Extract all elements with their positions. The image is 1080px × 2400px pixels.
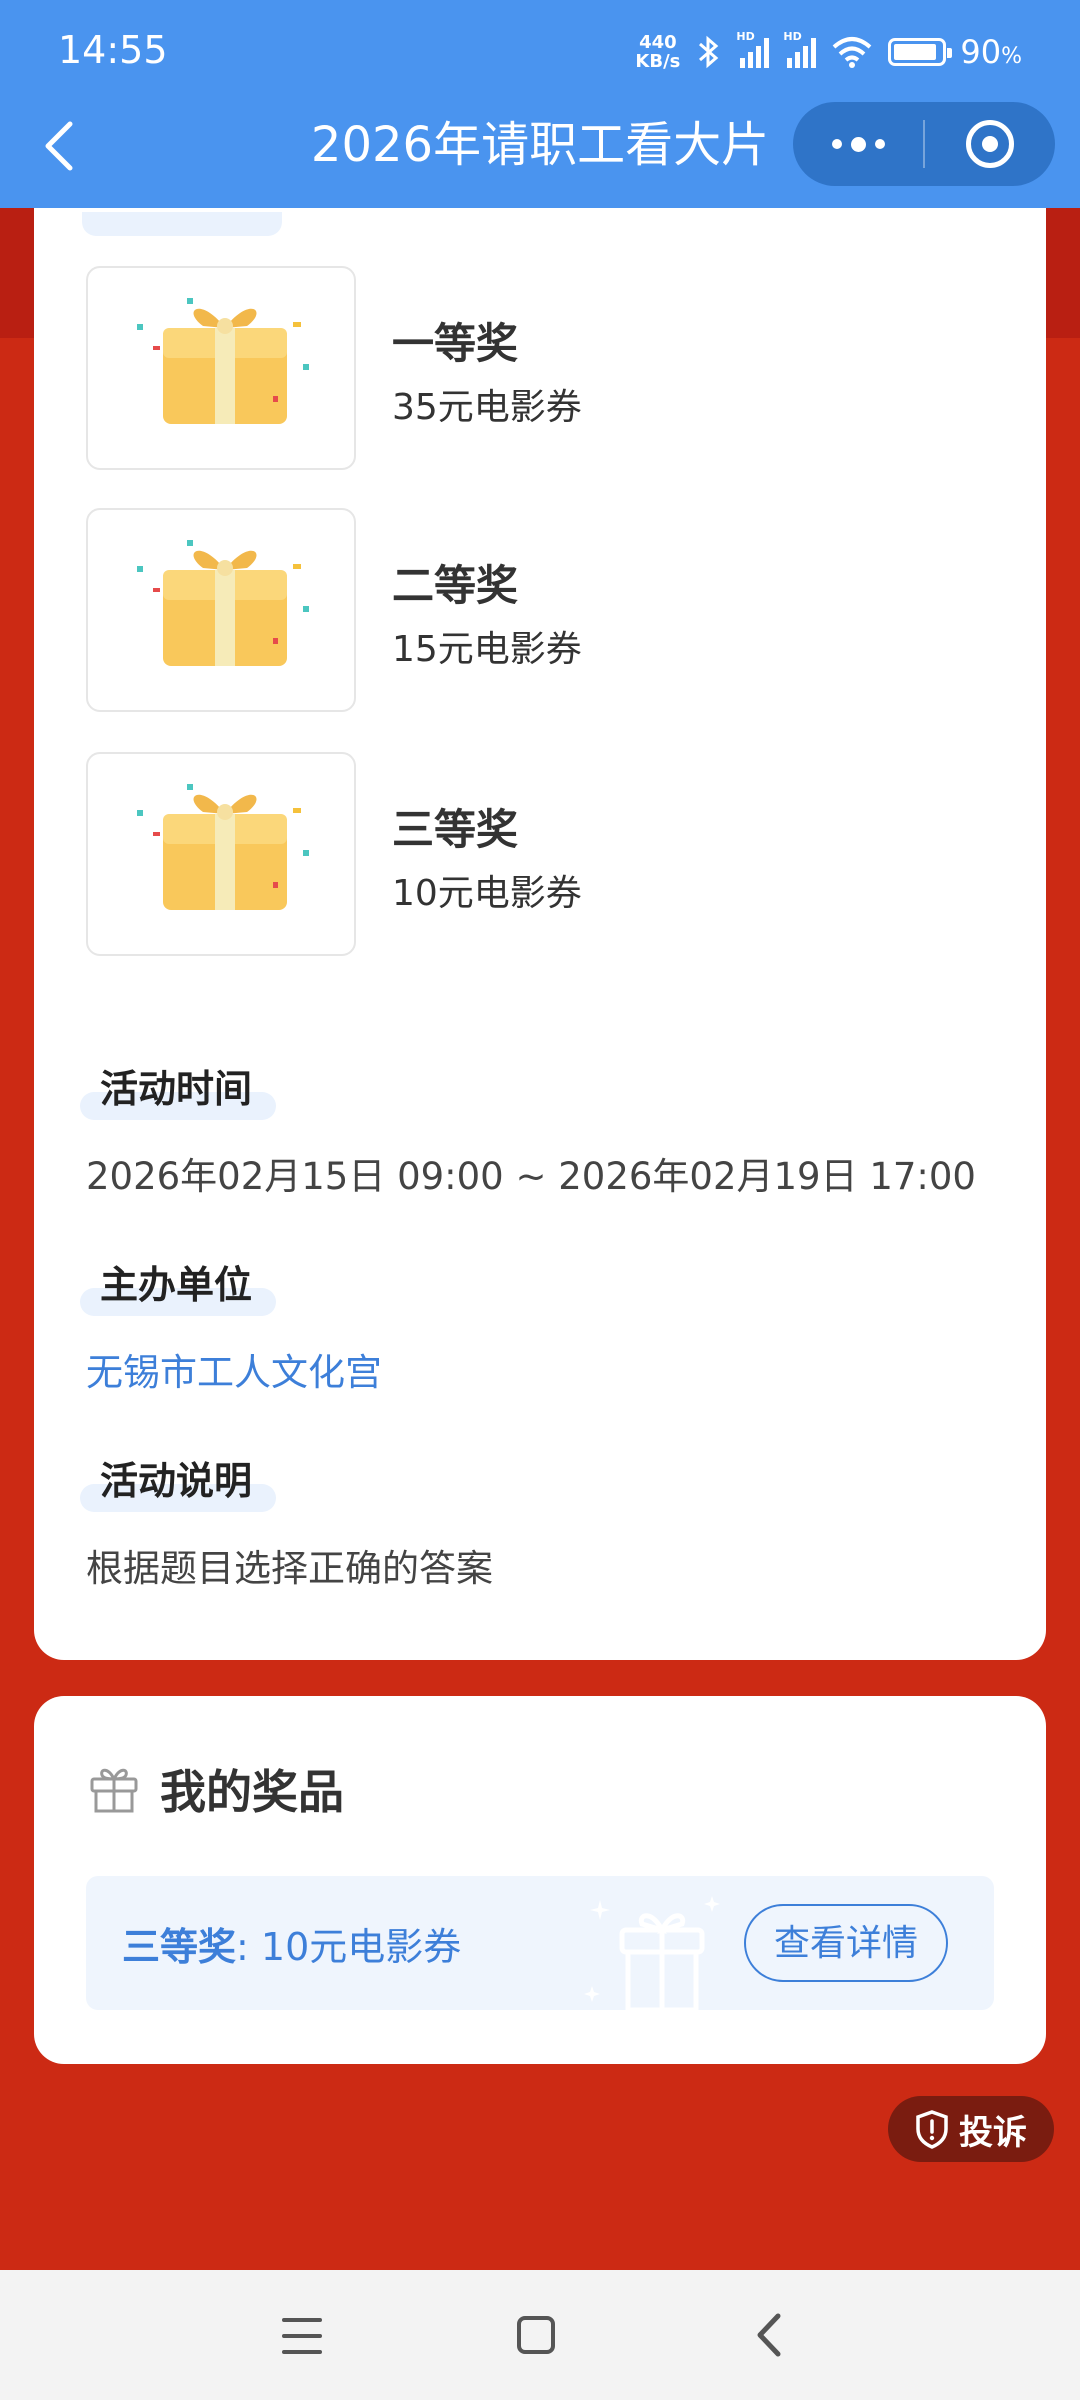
organizer-heading: 主办单位	[80, 1254, 276, 1316]
description-label: 活动说明	[100, 1459, 253, 1503]
activity-card: 一等奖 35元电影券 二等奖 15元电影券 三等奖 10元电影券 活动时间 20…	[34, 130, 1046, 1660]
gift-box-icon	[137, 540, 309, 666]
complaint-button[interactable]: 投诉	[888, 2096, 1054, 2162]
gift-box-icon	[137, 784, 309, 910]
description-heading: 活动说明	[80, 1450, 276, 1512]
time-heading: 活动时间	[80, 1058, 276, 1120]
net-speed-unit: KB/s	[635, 51, 681, 72]
prize-image	[86, 752, 356, 956]
status-bar: 14:55 440 KB/s HD HD 90%	[0, 0, 1080, 100]
organizer-label: 主办单位	[100, 1263, 253, 1307]
battery-icon	[888, 38, 953, 66]
target-close-icon[interactable]	[925, 102, 1055, 186]
prize-desc: 10元电影券	[392, 873, 582, 914]
my-prizes-card: 我的奖品 三等奖: 10元电影券 查看详情	[34, 1696, 1046, 2064]
complaint-label: 投诉	[959, 2112, 1027, 2153]
top-bar: 14:55 440 KB/s HD HD 90% 2026年请职工看大片	[0, 0, 1080, 208]
my-prize-level: 三等奖	[122, 1925, 237, 1969]
gift-outline-icon	[90, 1768, 138, 1813]
shield-alert-icon	[916, 2110, 948, 2149]
gift-watermark-icon	[584, 1896, 720, 2010]
home-button[interactable]	[517, 2316, 555, 2354]
prize-image	[86, 266, 356, 470]
wifi-icon	[833, 37, 872, 68]
page-title: 2026年请职工看大片	[310, 117, 770, 173]
prize-item-first: 一等奖 35元电影券	[86, 266, 1006, 470]
system-nav-bar	[0, 2270, 1080, 2400]
view-details-button[interactable]: 查看详情	[744, 1904, 948, 1982]
net-speed: 440 KB/s	[635, 33, 680, 71]
gift-box-icon	[137, 298, 309, 424]
section-highlight	[82, 212, 282, 236]
battery-percent: 90%	[960, 33, 1022, 71]
system-back-icon[interactable]	[750, 2310, 790, 2360]
prize-name: 二等奖	[392, 561, 519, 610]
my-prize-row: 三等奖: 10元电影券 查看详情	[86, 1876, 994, 2010]
prize-name: 三等奖	[392, 805, 519, 854]
status-time: 14:55	[58, 28, 168, 72]
my-prize-desc: : 10元电影券	[236, 1925, 462, 1969]
mini-program-capsule	[793, 102, 1055, 186]
status-icons: 440 KB/s HD HD 90%	[635, 28, 1022, 76]
more-dots-icon[interactable]	[793, 102, 923, 186]
prize-item-third: 三等奖 10元电影券	[86, 752, 1006, 956]
time-label: 活动时间	[100, 1067, 253, 1111]
chevron-left-icon[interactable]	[38, 118, 82, 174]
prize-name: 一等奖	[392, 319, 519, 368]
description-value: 根据题目选择正确的答案	[86, 1547, 493, 1590]
my-prizes-header: 我的奖品	[86, 1758, 344, 1820]
prize-desc: 35元电影券	[392, 387, 582, 428]
recent-apps-button[interactable]	[282, 2318, 322, 2354]
prize-item-second: 二等奖 15元电影券	[86, 508, 1006, 712]
prize-image	[86, 508, 356, 712]
signal-icon: HD	[736, 30, 770, 68]
time-value: 2026年02月15日 09:00 ~ 2026年02月19日 17:00	[86, 1155, 976, 1198]
signal-icon-2: HD	[783, 30, 817, 68]
my-prize-text: 三等奖: 10元电影券	[122, 1916, 461, 1971]
my-prizes-title: 我的奖品	[160, 1765, 344, 1819]
net-speed-value: 440	[639, 32, 677, 53]
bluetooth-icon	[699, 35, 719, 69]
organizer-link[interactable]: 无锡市工人文化宫	[86, 1342, 382, 1396]
prize-desc: 15元电影券	[392, 629, 582, 670]
